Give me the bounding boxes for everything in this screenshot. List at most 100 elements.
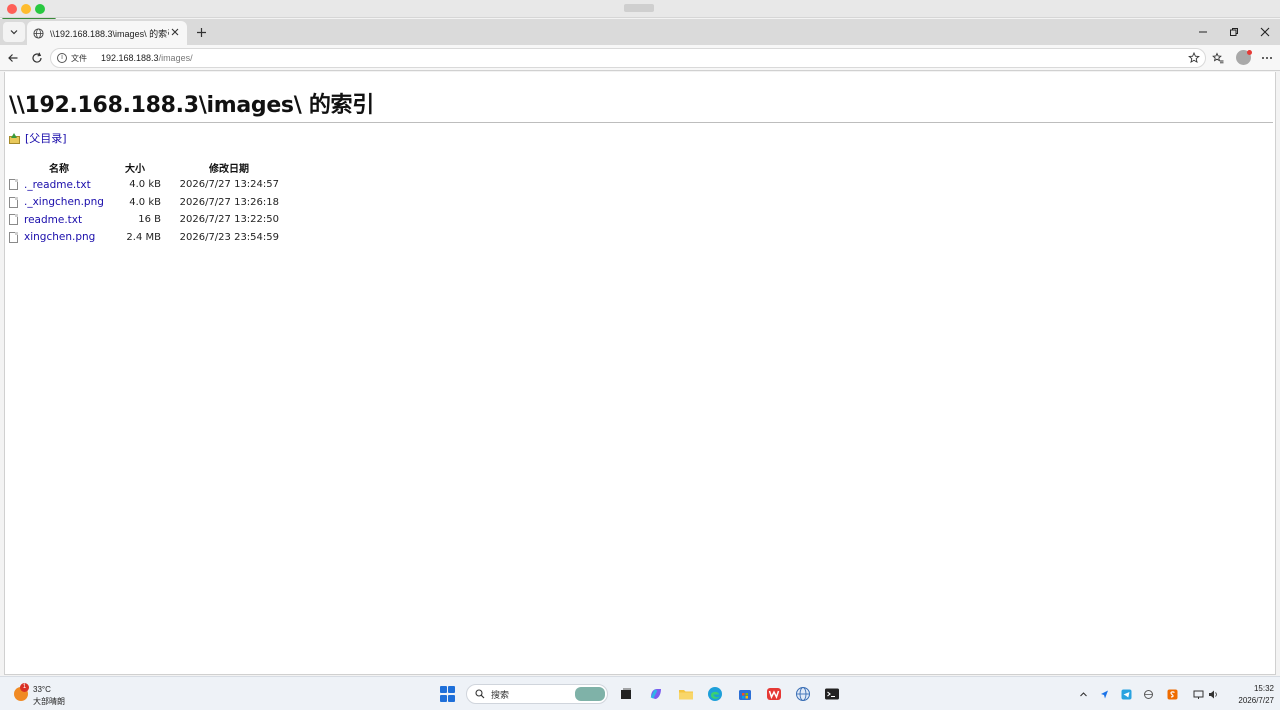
parent-directory-link[interactable]: [父目录] <box>25 130 67 146</box>
taskbar-wps[interactable] <box>765 685 783 703</box>
ime-icon <box>1143 689 1153 699</box>
taskbar-copilot[interactable] <box>647 685 665 703</box>
window-restore-button[interactable] <box>1219 21 1249 43</box>
file-date: 2026/7/27 13:26:18 <box>179 196 279 208</box>
mac-zoom-button[interactable] <box>35 4 45 14</box>
file-date: 2026/7/27 13:24:57 <box>179 179 279 191</box>
folder-icon <box>679 690 693 700</box>
tab-close-button[interactable] <box>169 27 181 39</box>
file-link[interactable]: ._xingchen.png <box>24 196 104 208</box>
table-row: ._xingchen.png 4.0 kB 2026/7/27 13:26:18 <box>9 194 279 212</box>
tab-actions-button[interactable] <box>3 22 25 42</box>
task-view-icon <box>621 688 631 699</box>
file-link[interactable]: readme.txt <box>24 214 82 226</box>
star-icon <box>1188 52 1200 64</box>
taskbar-file-explorer[interactable] <box>677 685 695 703</box>
mac-minimize-button[interactable] <box>21 4 31 14</box>
taskbar-browser[interactable] <box>794 685 812 703</box>
reload-button[interactable] <box>27 48 47 68</box>
favorites-button[interactable] <box>1208 48 1228 68</box>
tray-app-1[interactable] <box>1098 688 1110 700</box>
back-button[interactable] <box>3 48 23 68</box>
file-link[interactable]: ._readme.txt <box>24 179 91 191</box>
search-placeholder: 搜索 <box>491 689 510 700</box>
back-arrow-icon <box>8 54 18 62</box>
taskbar-search[interactable]: 搜索 <box>466 684 608 704</box>
file-link[interactable]: xingchen.png <box>24 231 95 243</box>
tab-title: \\192.168.188.3\images\ 的索引 <box>50 28 169 39</box>
file-size: 4.0 kB <box>129 196 161 208</box>
page-title: \\192.168.188.3\images\ 的索引 <box>9 93 374 118</box>
url-host: 192.168.188.3 <box>101 53 159 63</box>
wps-icon <box>767 688 781 700</box>
url-path: /images/ <box>158 53 193 63</box>
close-icon <box>1260 27 1270 37</box>
file-size: 4.0 kB <box>129 179 161 191</box>
add-favorite-button[interactable] <box>1184 48 1204 68</box>
clock-time[interactable]: 15:32 <box>1240 684 1274 693</box>
copilot-icon <box>650 689 661 699</box>
window-title-placeholder <box>624 4 654 12</box>
tab-strip: \\192.168.188.3\images\ 的索引 <box>0 19 1280 45</box>
table-row: ._readme.txt 4.0 kB 2026/7/27 13:24:57 <box>9 176 279 194</box>
windows-logo-icon <box>440 686 447 693</box>
chevron-up-icon <box>1079 691 1087 696</box>
folder-up-icon <box>9 132 20 144</box>
reload-icon <box>32 52 42 63</box>
taskbar-task-view[interactable] <box>617 685 635 703</box>
clock-date[interactable]: 2026/7/27 <box>1226 696 1274 705</box>
taskbar-terminal[interactable] <box>823 685 841 703</box>
file-size: 2.4 MB <box>126 231 161 243</box>
settings-menu-button[interactable] <box>1257 48 1277 68</box>
weather-description: 大部晴朗 <box>33 697 65 706</box>
address-bar[interactable]: i 文件 192.168.188.3/images/ <box>50 48 1206 68</box>
column-header-name[interactable]: 名称 <box>9 159 109 176</box>
globe-icon <box>33 27 44 39</box>
tab-active[interactable]: \\192.168.188.3\images\ 的索引 <box>27 21 187 45</box>
edge-icon <box>708 687 722 701</box>
window-minimize-button[interactable] <box>1188 21 1218 43</box>
telegram-icon <box>1121 689 1131 699</box>
start-button[interactable] <box>440 686 456 702</box>
restore-icon <box>1230 28 1238 36</box>
mac-close-button[interactable] <box>7 4 17 14</box>
file-listing-table: 名称 大小 修改日期 ._readme.txt 4.0 kB 2026/7/27… <box>9 159 279 246</box>
tray-network[interactable] <box>1192 688 1204 700</box>
table-row: xingchen.png 2.4 MB 2026/7/23 23:54:59 <box>9 229 279 247</box>
plus-icon <box>196 27 206 37</box>
column-header-size[interactable]: 大小 <box>109 159 161 176</box>
taskbar-edge[interactable] <box>706 685 724 703</box>
file-icon <box>9 214 18 226</box>
file-icon <box>9 196 18 208</box>
minimize-icon <box>1199 31 1207 33</box>
bluetooth-arrow-icon <box>1100 690 1108 698</box>
tray-ime[interactable] <box>1142 688 1154 700</box>
chevron-down-icon <box>10 30 18 35</box>
favorites-icon <box>1212 52 1224 64</box>
terminal-icon <box>825 688 839 700</box>
volume-icon <box>1208 690 1217 698</box>
info-icon[interactable]: i <box>57 53 67 63</box>
mac-title-bar <box>0 0 1280 18</box>
notification-dot <box>1247 50 1252 55</box>
tray-overflow-button[interactable] <box>1077 688 1089 700</box>
file-date: 2026/7/27 13:22:50 <box>179 214 279 226</box>
parent-directory-row: [父目录] <box>9 130 67 146</box>
close-icon <box>171 28 179 36</box>
network-icon <box>1193 690 1203 699</box>
tray-app-3[interactable] <box>1166 688 1178 700</box>
weather-badge: 1 <box>20 683 29 692</box>
app-s-icon <box>1167 689 1177 699</box>
taskbar-store[interactable] <box>736 685 754 703</box>
browser-toolbar: i 文件 192.168.188.3/images/ <box>0 45 1280 71</box>
page-content: \\192.168.188.3\images\ 的索引 [父目录] 名称 大小 … <box>4 72 1276 675</box>
tray-volume[interactable] <box>1207 688 1219 700</box>
file-icon <box>9 179 18 191</box>
search-icon <box>475 689 485 699</box>
new-tab-button[interactable] <box>191 22 211 42</box>
window-close-button[interactable] <box>1250 21 1280 43</box>
column-header-date[interactable]: 修改日期 <box>161 159 279 176</box>
search-highlight-image <box>575 687 605 701</box>
table-header-row: 名称 大小 修改日期 <box>9 159 279 176</box>
tray-app-2[interactable] <box>1120 688 1132 700</box>
